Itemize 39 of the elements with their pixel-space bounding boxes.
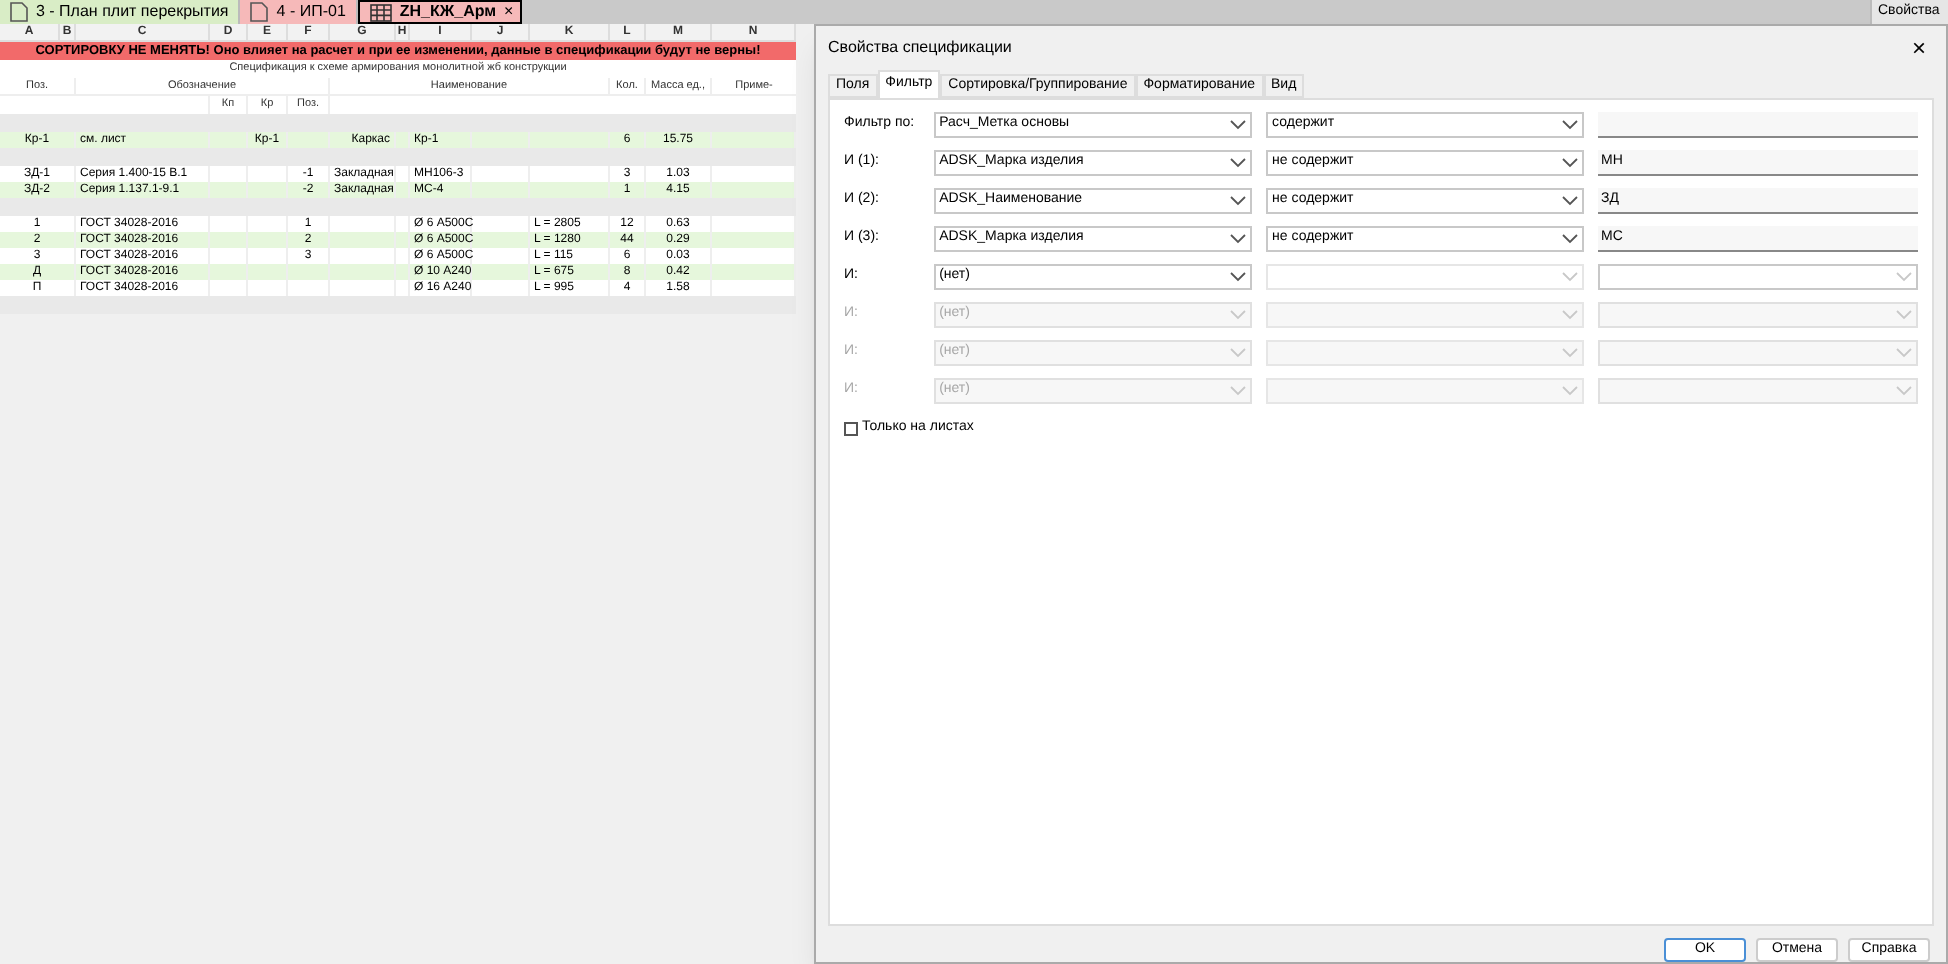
chevron-down-icon — [1230, 119, 1247, 130]
close-button[interactable]: × — [1903, 35, 1934, 60]
chevron-down-icon — [1561, 271, 1578, 282]
condition-dropdown[interactable] — [1266, 377, 1584, 404]
document-tab[interactable]: 3 - План плит перекрытия — [0, 0, 241, 24]
condition-dropdown[interactable] — [1266, 301, 1584, 328]
condition-dropdown[interactable] — [1266, 339, 1584, 366]
chevron-down-icon — [1561, 233, 1578, 244]
chevron-down-icon — [1561, 347, 1578, 358]
document-tab[interactable]: ZH_КЖ_Арм × — [357, 0, 522, 24]
document-icon — [250, 2, 269, 22]
chevron-down-icon — [1230, 385, 1247, 396]
chevron-down-icon — [1230, 157, 1247, 168]
chevron-down-icon — [1230, 233, 1247, 244]
value-dropdown[interactable] — [1597, 301, 1918, 328]
chevron-down-icon — [1230, 309, 1247, 320]
document-tab[interactable]: 4 - ИП-01 — [240, 0, 358, 24]
chevron-down-icon — [1230, 347, 1247, 358]
value-dropdown[interactable] — [1597, 263, 1918, 290]
chevron-down-icon — [1561, 309, 1578, 320]
chevron-down-icon — [1561, 385, 1578, 396]
chevron-down-icon — [1230, 195, 1247, 206]
value-field[interactable] — [1597, 111, 1918, 138]
chevron-down-icon — [1896, 385, 1912, 396]
close-tab-button[interactable]: × — [504, 0, 514, 24]
document-icon — [10, 2, 28, 22]
value-dropdown[interactable] — [1597, 377, 1918, 404]
dialog-title: Свойства спецификации — [828, 35, 1012, 60]
table-icon — [369, 3, 392, 21]
chevron-down-icon — [1896, 347, 1912, 358]
chevron-down-icon — [1896, 309, 1912, 320]
chevron-down-icon — [1561, 157, 1578, 168]
chevron-down-icon — [1561, 195, 1578, 206]
condition-dropdown[interactable] — [1266, 263, 1584, 290]
chevron-down-icon — [1896, 271, 1912, 282]
value-dropdown[interactable] — [1597, 339, 1918, 366]
checkbox[interactable] — [844, 421, 858, 436]
chevron-down-icon — [1230, 271, 1247, 282]
chevron-down-icon — [1561, 119, 1578, 130]
